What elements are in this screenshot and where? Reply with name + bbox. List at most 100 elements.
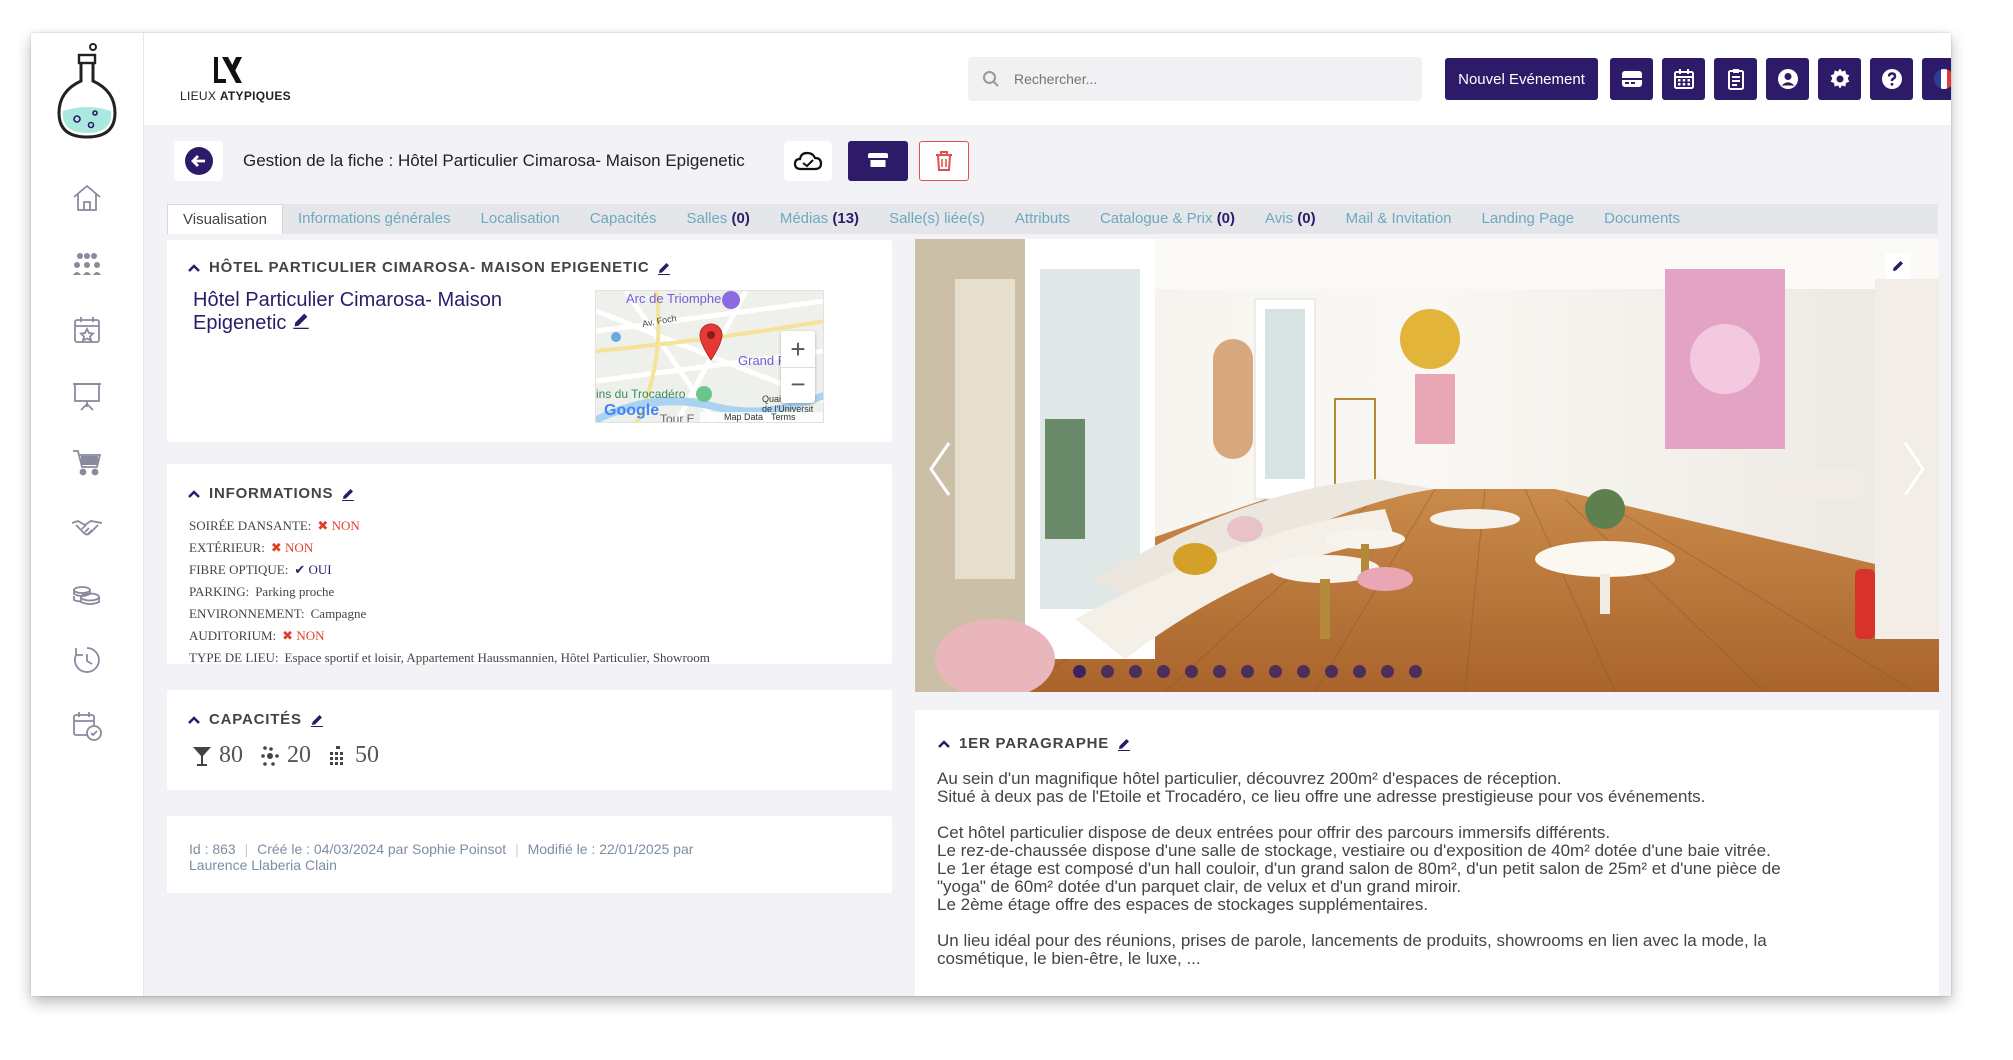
tab-attributs[interactable]: Attributs	[1000, 204, 1085, 234]
map-label: Tour E	[660, 412, 695, 423]
home-icon[interactable]	[67, 178, 107, 218]
informations-title: INFORMATIONS	[209, 485, 334, 502]
pencil-icon[interactable]	[292, 311, 310, 329]
carousel-next-icon[interactable]	[1899, 439, 1929, 499]
edit-photo-button[interactable]	[1885, 253, 1911, 279]
carousel-dot[interactable]	[1325, 665, 1338, 678]
theatre-capacity: 50	[355, 742, 379, 768]
calendar-button[interactable]	[1662, 58, 1705, 100]
map-data-link[interactable]: Map Data	[724, 412, 763, 422]
pencil-icon[interactable]	[1117, 737, 1131, 751]
clipboard-icon	[1727, 69, 1744, 90]
paragraph-line: Situé à deux pas de l'Etoile et Trocadér…	[937, 787, 1706, 806]
presentation-icon[interactable]	[67, 376, 107, 416]
tab-localisation[interactable]: Localisation	[466, 204, 575, 234]
profile-button[interactable]	[1766, 58, 1809, 100]
tab-visualisation[interactable]: Visualisation	[167, 204, 283, 234]
paragraph-line	[937, 914, 1887, 932]
carousel-dot[interactable]	[1353, 665, 1366, 678]
info-row: TYPE DE LIEU: Espace sportif et loisir, A…	[189, 650, 710, 665]
cocktail-capacity: 80	[219, 742, 243, 768]
page-header: Gestion de la fiche : Hôtel Particulier …	[174, 141, 973, 181]
carousel-dot[interactable]	[1269, 665, 1282, 678]
carousel-dot[interactable]	[1297, 665, 1310, 678]
capacites-title: CAPACITÉS	[209, 711, 302, 728]
flask-logo-icon[interactable]	[55, 41, 119, 141]
carousel-indicators	[1073, 665, 1422, 678]
paragraph-line: "yoga" de 60m² dotée d'un parquet clair,…	[937, 877, 1462, 896]
map-label: Arc de Triomphe	[626, 291, 722, 306]
cart-icon[interactable]	[67, 442, 107, 482]
carousel-dot[interactable]	[1185, 665, 1198, 678]
search-icon	[983, 71, 999, 87]
paragraph-line: Au sein d'un magnifique hôtel particulie…	[937, 769, 1562, 788]
tab-salles[interactable]: Salles (0)	[671, 204, 764, 234]
card-icon-button[interactable]	[1610, 58, 1653, 100]
carousel-dot[interactable]	[1381, 665, 1394, 678]
pencil-icon[interactable]	[657, 261, 671, 275]
map-label: Grand P	[738, 353, 787, 368]
informations-list: SOIRÉE DANSANTE: ✖ NON EXTÉRIEUR: ✖ NON FI…	[189, 515, 710, 669]
venue-photo-carousel[interactable]	[915, 239, 1939, 692]
tab-landing-page[interactable]: Landing Page	[1467, 204, 1590, 234]
tab-mail-invitation[interactable]: Mail & Invitation	[1331, 204, 1467, 234]
info-row: AUDITORIUM: ✖ NON	[189, 628, 325, 643]
carousel-prev-icon[interactable]	[925, 439, 955, 499]
tab-medias[interactable]: Médias (13)	[765, 204, 874, 234]
venue-map[interactable]: Arc de Triomphe Av. Foch Grand P ins du …	[595, 290, 824, 423]
settings-button[interactable]	[1818, 58, 1861, 100]
venue-section-header[interactable]: HÔTEL PARTICULIER CIMAROSA- MAISON EPIGE…	[187, 259, 671, 276]
search-bar[interactable]	[968, 57, 1422, 101]
venue-card: HÔTEL PARTICULIER CIMAROSA- MAISON EPIGE…	[167, 240, 892, 442]
tab-catalogue-prix[interactable]: Catalogue & Prix (0)	[1085, 204, 1250, 234]
info-row: ENVIRONNEMENT: Campagne	[189, 606, 367, 621]
terms-link[interactable]: Terms	[771, 412, 796, 422]
sidebar	[31, 33, 144, 996]
tab-documents[interactable]: Documents	[1589, 204, 1695, 234]
tab-informations-generales[interactable]: Informations générales	[283, 204, 466, 234]
capacity-values: 80 20 50	[191, 742, 379, 769]
tab-avis[interactable]: Avis (0)	[1250, 204, 1331, 234]
back-button[interactable]	[174, 141, 223, 181]
carousel-dot[interactable]	[1213, 665, 1226, 678]
cloud-sync-button[interactable]	[784, 141, 832, 181]
calendar-star-icon[interactable]	[67, 310, 107, 350]
language-button[interactable]	[1922, 58, 1951, 100]
carousel-dot[interactable]	[1241, 665, 1254, 678]
carousel-dot[interactable]	[1073, 665, 1086, 678]
carousel-dot[interactable]	[1101, 665, 1114, 678]
save-button[interactable]	[848, 141, 908, 181]
check-icon: ✔	[294, 562, 306, 577]
calendar-check-icon[interactable]	[67, 706, 107, 746]
cross-icon: ✖	[270, 540, 282, 555]
pencil-icon	[1893, 261, 1903, 271]
coins-icon[interactable]	[67, 574, 107, 614]
app-window: LIEUX ATYPIQUES Nouvel Evénement	[31, 33, 1951, 996]
carousel-dot[interactable]	[1409, 665, 1422, 678]
paragraph-line: Cet hôtel particulier dispose de deux en…	[937, 823, 1611, 842]
informations-header[interactable]: INFORMATIONS	[187, 485, 355, 502]
tab-salles-liees[interactable]: Salle(s) liée(s)	[874, 204, 1000, 234]
carousel-dot[interactable]	[1129, 665, 1142, 678]
new-event-button[interactable]: Nouvel Evénement	[1445, 58, 1598, 100]
zoom-out-button[interactable]: −	[781, 367, 815, 403]
user-circle-icon	[1777, 69, 1798, 89]
paragraph-header[interactable]: 1ER PARAGRAPHE	[937, 735, 1131, 752]
zoom-in-button[interactable]: +	[781, 331, 815, 367]
paragraph-title: 1ER PARAGRAPHE	[959, 735, 1110, 752]
pencil-icon[interactable]	[310, 713, 324, 727]
info-row: SOIRÉE DANSANTE: ✖ NON	[189, 518, 360, 533]
help-button[interactable]	[1870, 58, 1913, 100]
search-input[interactable]	[1014, 71, 1394, 87]
delete-button[interactable]	[919, 141, 969, 181]
clock-cycle-icon[interactable]	[67, 640, 107, 680]
metadata-card: Id : 863 | Créé le : 04/03/2024 par Soph…	[167, 816, 892, 893]
handshake-icon[interactable]	[67, 508, 107, 548]
clipboard-button[interactable]	[1714, 58, 1757, 100]
tab-capacites[interactable]: Capacités	[575, 204, 672, 234]
pencil-icon[interactable]	[341, 487, 355, 501]
carousel-dot[interactable]	[1157, 665, 1170, 678]
team-icon[interactable]	[67, 244, 107, 284]
capacites-header[interactable]: CAPACITÉS	[187, 711, 324, 728]
calendar-icon	[1673, 69, 1694, 89]
